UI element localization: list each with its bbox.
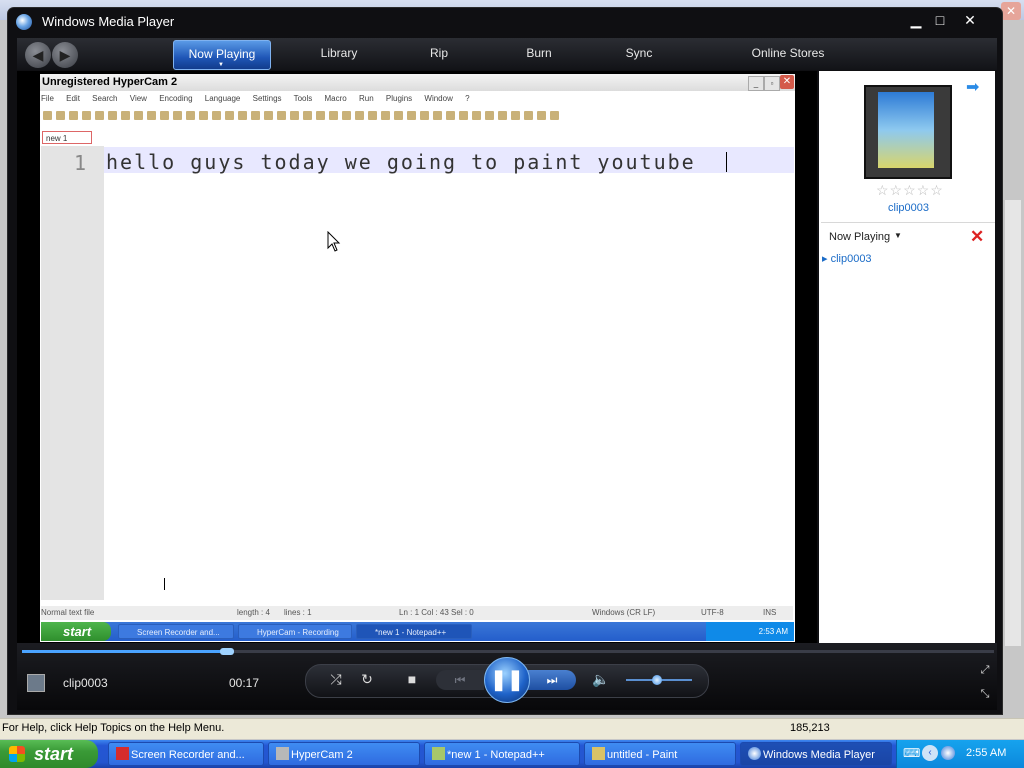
- task-notepad[interactable]: *new 1 - Notepad++: [424, 742, 580, 766]
- wmp-title: Windows Media Player: [42, 14, 175, 29]
- full-screen-icon[interactable]: ⤡: [974, 688, 996, 701]
- clear-list-icon[interactable]: ✕: [970, 227, 984, 247]
- back-button[interactable]: ◀: [25, 42, 51, 68]
- rating-stars[interactable]: ☆☆☆☆☆: [876, 182, 944, 199]
- notepad-icon: [432, 747, 445, 760]
- stop-icon[interactable]: ■: [401, 671, 423, 687]
- nav-bar: [17, 38, 997, 70]
- task-hypercam[interactable]: HyperCam 2: [268, 742, 420, 766]
- tab-online-stores[interactable]: Online Stores: [728, 40, 848, 68]
- line-number: 1: [74, 151, 87, 175]
- close-button[interactable]: ✕: [958, 12, 982, 28]
- captured-menu-bar: File Edit Search View Encoding Language …: [41, 94, 793, 106]
- captured-close-icon: ✕: [780, 75, 794, 89]
- minimize-button[interactable]: ▁: [904, 12, 928, 28]
- tab-rip[interactable]: Rip: [408, 40, 470, 68]
- elapsed-time: 00:17: [229, 676, 260, 690]
- switch-to-compact-icon[interactable]: ⤢: [974, 664, 996, 677]
- mouse-pointer-icon: [327, 231, 341, 252]
- playlist-item[interactable]: ▸ clip0003: [822, 252, 872, 265]
- divider: [821, 222, 995, 223]
- line-number-gutter: [41, 146, 104, 600]
- chevron-down-icon[interactable]: ▼: [894, 231, 902, 240]
- task-paint[interactable]: untitled - Paint: [584, 742, 736, 766]
- paint-close-button[interactable]: ✕: [1001, 2, 1021, 20]
- captured-start: start: [41, 622, 111, 641]
- task-screen-recorder[interactable]: Screen Recorder and...: [108, 742, 264, 766]
- wmp-icon: [748, 747, 761, 760]
- previous-button[interactable]: ⏮: [436, 670, 484, 690]
- captured-status-type: Normal text file: [41, 608, 95, 617]
- captured-menu-item: Run: [358, 94, 374, 103]
- captured-toolbar: [41, 108, 793, 124]
- captured-menu-item: Encoding: [159, 94, 193, 103]
- captured-task: HyperCam - Recording: [238, 624, 352, 639]
- cursor-coordinates: 185,213: [790, 722, 830, 734]
- tab-sync[interactable]: Sync: [608, 40, 670, 68]
- album-caption[interactable]: clip0003: [888, 202, 929, 214]
- chevron-down-icon[interactable]: ▼: [218, 62, 224, 68]
- volume-icon[interactable]: 🔈: [590, 671, 612, 688]
- seek-thumb[interactable]: [220, 648, 235, 655]
- captured-task: *new 1 - Notepad++: [356, 624, 472, 639]
- now-playing-dropdown[interactable]: Now Playing: [829, 231, 890, 243]
- recorder-icon: [116, 747, 129, 760]
- clip-name: clip0003: [63, 676, 108, 690]
- captured-minimize-icon: _: [748, 76, 764, 91]
- captured-menu-item: View: [129, 94, 147, 103]
- captured-status-length: length : 4: [237, 608, 270, 617]
- captured-clock: 2:53 AM: [706, 622, 794, 641]
- windows-logo-icon: [9, 746, 25, 762]
- editor-text: hello guys today we going to paint youtu…: [106, 150, 696, 174]
- captured-restore-icon: ▫: [764, 76, 780, 91]
- captured-task: Screen Recorder and...: [118, 624, 234, 639]
- captured-menu-item: Window: [424, 94, 453, 103]
- seek-progress: [22, 650, 227, 653]
- captured-menu-item: Tools: [293, 94, 313, 103]
- repeat-icon[interactable]: ↻: [356, 671, 378, 688]
- ibeam-cursor-icon: [164, 578, 165, 590]
- captured-status-ins: INS: [763, 608, 777, 617]
- captured-menu-item: Settings: [252, 94, 282, 103]
- maximize-button[interactable]: □: [928, 12, 952, 28]
- scrollbar[interactable]: [1005, 200, 1021, 646]
- captured-menu-item: Edit: [66, 94, 80, 103]
- captured-menu-item: Language: [204, 94, 241, 103]
- wmp-logo-icon: [16, 14, 32, 30]
- captured-status-pos: Ln : 1 Col : 43 Sel : 0: [399, 608, 474, 617]
- captured-status-enc: UTF-8: [701, 608, 724, 617]
- help-text: For Help, click Help Topics on the Help …: [2, 722, 225, 734]
- playlist-item-label: clip0003: [830, 253, 872, 265]
- captured-menu-item: Plugins: [385, 94, 413, 103]
- task-windows-media-player[interactable]: Windows Media Player: [740, 742, 892, 766]
- captured-menu-item: Search: [92, 94, 118, 103]
- hypercam-icon: [276, 747, 289, 760]
- pause-button[interactable]: ❚❚: [484, 657, 530, 703]
- captured-status-bar: Normal text file length : 4 lines : 1 Ln…: [41, 606, 793, 620]
- tab-library[interactable]: Library: [300, 40, 378, 68]
- tab-burn[interactable]: Burn: [508, 40, 570, 68]
- text-caret: [726, 152, 727, 172]
- forward-button[interactable]: ▶: [52, 42, 78, 68]
- media-tray-icon[interactable]: [941, 746, 955, 760]
- shuffle-icon[interactable]: ⤮: [325, 671, 347, 688]
- balloon-image: [878, 92, 934, 168]
- next-button[interactable]: ⏭: [528, 670, 576, 690]
- keyboard-icon[interactable]: ⌨: [903, 746, 920, 760]
- captured-doc-tab: new 1: [42, 131, 92, 144]
- arrow-right-icon[interactable]: ➡: [966, 77, 979, 97]
- collapse-tray-icon[interactable]: ‹: [922, 745, 938, 761]
- media-thumbnail-icon: [27, 674, 45, 692]
- captured-menu-item: Macro: [324, 94, 347, 103]
- paint-icon: [592, 747, 605, 760]
- clock: 2:55 AM: [966, 747, 1007, 759]
- volume-thumb[interactable]: [652, 675, 662, 685]
- captured-menu-item: File: [41, 94, 54, 103]
- captured-title: Unregistered HyperCam 2: [40, 74, 795, 91]
- captured-status-lines: lines : 1: [284, 608, 312, 617]
- captured-menu-item: ?: [465, 94, 470, 103]
- captured-status-eol: Windows (CR LF): [592, 608, 656, 617]
